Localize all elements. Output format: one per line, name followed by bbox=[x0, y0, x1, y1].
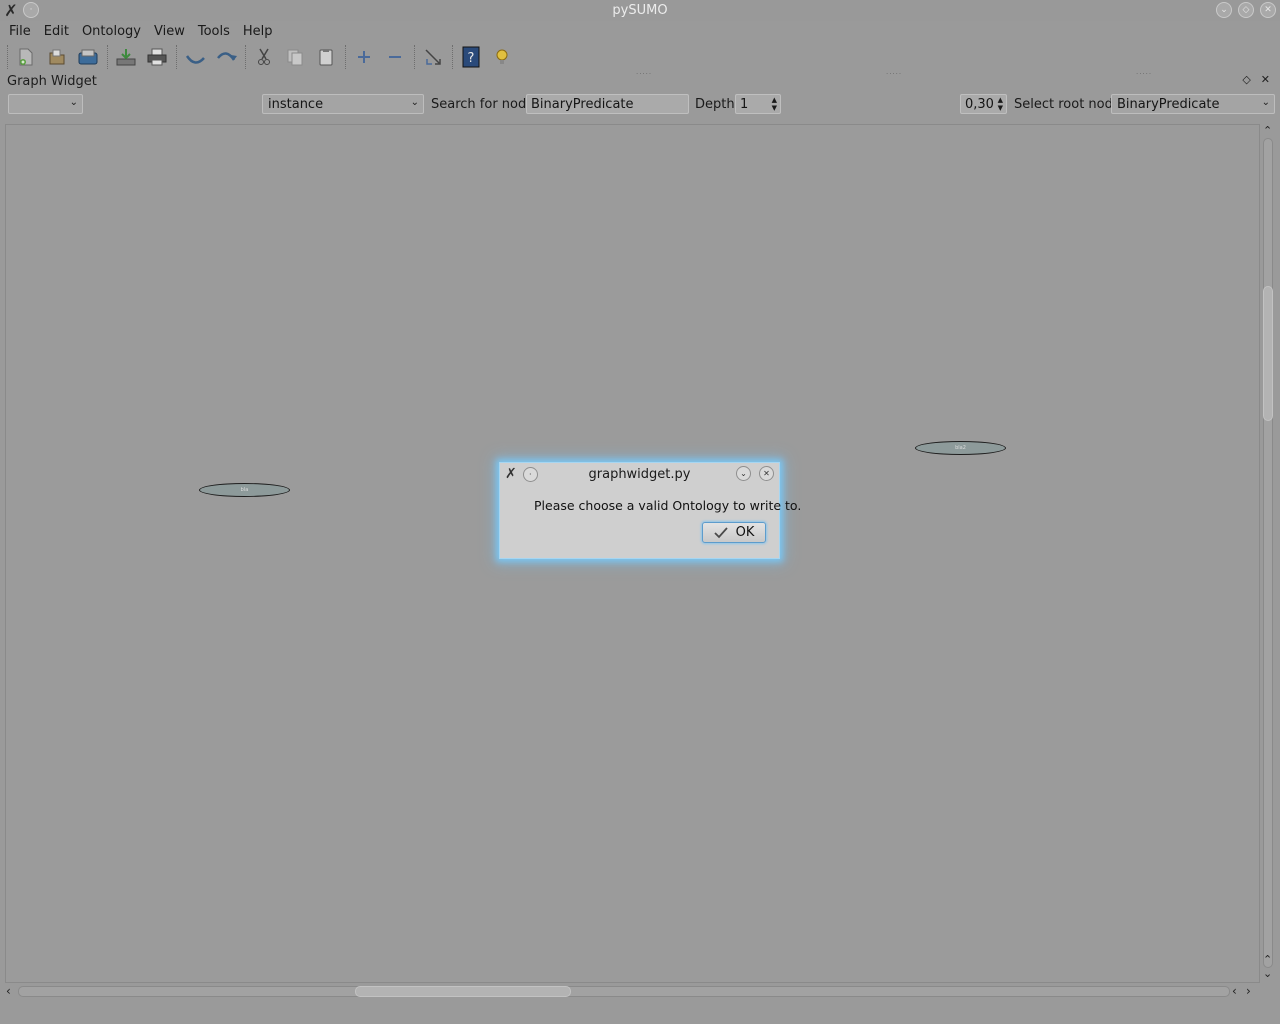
menubar: File Edit Ontology View Tools Help bbox=[0, 21, 1280, 41]
maximize-icon[interactable]: ◇ bbox=[1238, 2, 1254, 18]
copy-icon[interactable] bbox=[282, 44, 308, 70]
scroll-right-icon[interactable]: › bbox=[1246, 984, 1251, 998]
toolbar-separator bbox=[176, 45, 177, 69]
horizontal-scrollbar[interactable]: ‹ ‹ › bbox=[5, 984, 1260, 1000]
window-title: pySUMO bbox=[612, 3, 668, 18]
toolbar-separator bbox=[414, 45, 415, 69]
status-bar bbox=[0, 1002, 1280, 1024]
menu-ontology[interactable]: Ontology bbox=[77, 24, 146, 39]
menu-tools[interactable]: Tools bbox=[193, 24, 235, 39]
close-icon[interactable]: ✕ bbox=[1260, 2, 1276, 18]
zoom-in-icon[interactable] bbox=[351, 44, 377, 70]
help-icon[interactable]: ? bbox=[458, 44, 484, 70]
tip-icon[interactable] bbox=[489, 44, 515, 70]
scroll-up-icon[interactable]: ⌃ bbox=[1263, 953, 1272, 966]
close-icon[interactable]: ✕ bbox=[759, 466, 774, 481]
dialog-title: graphwidget.py bbox=[588, 466, 691, 482]
scroll-left-icon[interactable]: ‹ bbox=[1232, 984, 1237, 998]
root-node-select[interactable]: BinaryPredicate ⌄ bbox=[1111, 94, 1275, 114]
checkmark-icon bbox=[713, 526, 728, 538]
export-icon[interactable] bbox=[113, 44, 139, 70]
message-dialog: ✗ · graphwidget.py ⌄ ✕ Please choose a v… bbox=[499, 462, 801, 559]
dialog-message: Please choose a valid Ontology to write … bbox=[534, 498, 802, 513]
open-file-icon[interactable] bbox=[44, 44, 70, 70]
print-icon[interactable] bbox=[144, 44, 170, 70]
menu-edit[interactable]: Edit bbox=[39, 24, 74, 39]
svg-text:?: ? bbox=[468, 51, 475, 66]
toolbar-separator bbox=[345, 45, 346, 69]
dock-close-icon[interactable]: ✕ bbox=[1261, 73, 1270, 86]
toolbar-separator bbox=[452, 45, 453, 69]
spin-arrows-icon[interactable]: ▲ ▼ bbox=[998, 96, 1003, 112]
scroll-track[interactable] bbox=[1263, 138, 1273, 968]
zoom-out-icon[interactable] bbox=[382, 44, 408, 70]
chevron-down-icon: ⌄ bbox=[1261, 97, 1270, 108]
search-label: Search for node: bbox=[431, 97, 539, 112]
zoom-spinbox[interactable]: 0,30 ▲ ▼ bbox=[960, 94, 1007, 114]
depth-label: Depth bbox=[695, 97, 735, 112]
scroll-thumb[interactable] bbox=[1263, 286, 1273, 421]
minimize-icon[interactable]: ⌄ bbox=[736, 466, 751, 481]
redo-icon[interactable] bbox=[213, 44, 239, 70]
ontology-select[interactable]: ⌄ bbox=[8, 94, 83, 114]
paste-icon[interactable] bbox=[313, 44, 339, 70]
undo-icon[interactable] bbox=[182, 44, 208, 70]
toolbar-separator bbox=[245, 45, 246, 69]
toolbar-grip[interactable] bbox=[7, 45, 8, 69]
root-node-label: Select root node bbox=[1014, 97, 1121, 112]
scroll-left-icon[interactable]: ‹ bbox=[6, 984, 11, 998]
menu-file[interactable]: File bbox=[4, 24, 36, 39]
dock-float-icon[interactable]: ◇ bbox=[1242, 73, 1250, 86]
search-input[interactable]: BinaryPredicate bbox=[526, 94, 689, 114]
minimize-icon[interactable]: ⌄ bbox=[1216, 2, 1232, 18]
chevron-down-icon: ⌄ bbox=[410, 97, 419, 108]
dock-header: Graph Widget ◇ ✕ bbox=[0, 73, 1280, 90]
graph-node[interactable]: bla2 bbox=[915, 441, 1006, 455]
scroll-track[interactable] bbox=[18, 986, 1230, 997]
window-menu-icon[interactable]: · bbox=[522, 466, 538, 482]
ok-button[interactable]: OK bbox=[702, 522, 766, 543]
dock-title: Graph Widget bbox=[7, 74, 97, 89]
cut-icon[interactable] bbox=[251, 44, 277, 70]
menu-help[interactable]: Help bbox=[238, 24, 278, 39]
new-file-icon[interactable] bbox=[13, 44, 39, 70]
expand-icon[interactable] bbox=[420, 44, 446, 70]
graph-node[interactable]: bla bbox=[199, 483, 290, 497]
window-menu-icon[interactable]: · bbox=[23, 2, 39, 18]
graph-controls: ⌄ instance ⌄ Search for node: BinaryPred… bbox=[0, 92, 1280, 116]
save-icon[interactable] bbox=[75, 44, 101, 70]
spin-arrows-icon[interactable]: ▲ ▼ bbox=[772, 96, 777, 112]
menu-view[interactable]: View bbox=[149, 24, 190, 39]
scroll-up-icon[interactable]: ⌃ bbox=[1263, 124, 1272, 137]
scroll-thumb[interactable] bbox=[355, 986, 571, 997]
scroll-down-icon[interactable]: ⌄ bbox=[1263, 967, 1272, 980]
dialog-titlebar: ✗ · graphwidget.py ⌄ ✕ bbox=[500, 463, 779, 485]
relation-select[interactable]: instance ⌄ bbox=[262, 94, 424, 114]
toolbar-separator bbox=[107, 45, 108, 69]
chevron-down-icon: ⌄ bbox=[69, 97, 78, 108]
app-logo-icon[interactable]: ✗ bbox=[505, 466, 517, 482]
vertical-scrollbar[interactable]: ⌃ ⌃ ⌄ bbox=[1260, 124, 1276, 983]
window-titlebar: ✗ · pySUMO ⌄ ◇ ✕ bbox=[0, 0, 1280, 21]
depth-spinbox[interactable]: 1 ▲ ▼ bbox=[735, 94, 781, 114]
app-logo-icon[interactable]: ✗ bbox=[3, 1, 19, 20]
